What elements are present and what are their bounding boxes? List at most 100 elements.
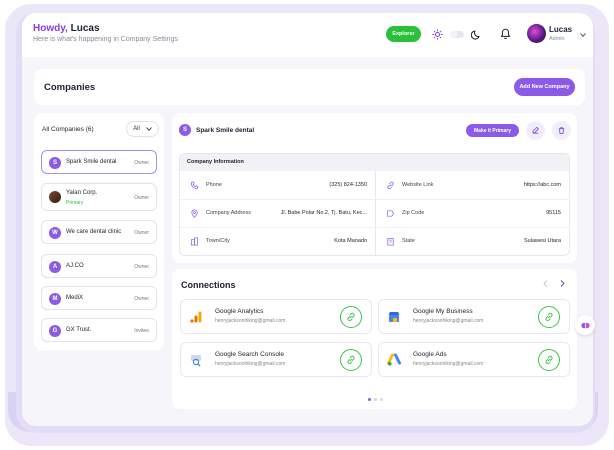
info-value: (325) 824-1350 <box>329 182 367 188</box>
companies-header: Companies Add New Company <box>34 69 585 105</box>
connect-link-button[interactable] <box>538 349 560 371</box>
connect-link-button[interactable] <box>340 349 362 371</box>
company-name: Spark Smile dental <box>66 159 117 165</box>
avatar[interactable] <box>527 24 546 43</box>
company-information-table: Company Information Phone (325) 824-1350… <box>179 153 570 256</box>
company-item-yalan-corp[interactable]: Yalan Corp. Primary Owner <box>41 183 157 211</box>
location-pin-icon <box>189 208 199 218</box>
connect-link-button[interactable] <box>340 306 362 328</box>
company-role: Owner <box>134 230 149 236</box>
carousel-pagination <box>368 398 383 401</box>
connection-email: henryjacksonhiking@gmail.com <box>215 318 286 324</box>
top-header: Howdy, Lucas Here is what's happening in… <box>22 13 593 57</box>
company-item-spark-smile-dental[interactable]: S Spark Smile dental Owner <box>41 150 157 174</box>
company-information-title: Company Information <box>187 159 244 165</box>
zip-code-icon <box>385 208 395 218</box>
bell-icon[interactable] <box>500 28 511 40</box>
info-value: Kota Manado <box>334 238 367 244</box>
link-icon <box>545 312 553 322</box>
link-icon <box>347 355 355 365</box>
info-row-phone: Phone (325) 824-1350 <box>180 171 375 199</box>
company-initial-badge: S <box>179 124 191 136</box>
connection-card-google-ads: Google Ads henryjacksonhiking@gmail.com <box>378 342 570 377</box>
pagination-dot[interactable] <box>380 398 383 401</box>
primary-label: Primary <box>66 200 84 206</box>
company-logo-image <box>49 191 61 203</box>
phone-icon <box>189 180 199 190</box>
company-filter-select[interactable]: All <box>126 121 159 137</box>
info-label: Company Address <box>206 210 251 216</box>
company-initial-badge: G <box>49 325 61 337</box>
building-icon <box>385 236 395 246</box>
info-value: https://abc.com <box>523 182 561 188</box>
company-initial-badge: A <box>49 261 61 273</box>
greeting-subtitle: Here is what's happening in Company Sett… <box>33 36 178 43</box>
app-window: Howdy, Lucas Here is what's happening in… <box>22 13 593 426</box>
floating-brain-button[interactable] <box>575 315 595 335</box>
connection-name: Google Search Console <box>215 351 285 358</box>
greeting-name: Lucas <box>70 23 100 34</box>
connect-link-button[interactable] <box>538 306 560 328</box>
greeting-prefix: Howdy, <box>33 23 68 34</box>
company-filter-value: All <box>133 126 140 132</box>
chevron-right-icon[interactable] <box>560 280 565 289</box>
page-title: Companies <box>44 82 96 93</box>
company-item-aj-co[interactable]: A AJ.CO Owner <box>41 254 157 278</box>
chevron-down-icon[interactable] <box>580 33 586 39</box>
user-name[interactable]: Lucas <box>549 25 572 34</box>
company-initial-badge: W <box>49 227 61 239</box>
info-row-state: State Sulawesi Utara <box>376 227 569 255</box>
info-label: State <box>402 238 415 244</box>
connection-name: Google Analytics <box>215 308 264 315</box>
connection-email: henryjacksonhiking@gmail.com <box>413 318 484 324</box>
company-name: Yalan Corp. <box>66 190 98 196</box>
theme-switch[interactable] <box>450 30 464 38</box>
company-name: MediX <box>66 295 84 301</box>
moon-icon[interactable] <box>471 29 482 40</box>
make-primary-button[interactable]: Make it Primary <box>466 124 519 137</box>
company-item-gx-trust[interactable]: G GX Trust. Invitee <box>41 318 157 342</box>
connection-name: Google My Business <box>413 308 473 315</box>
company-detail-panel: S Spark Smile dental Make it Primary Com… <box>172 113 577 263</box>
company-item-medix[interactable]: M MediX Owner <box>41 286 157 310</box>
delete-button[interactable] <box>552 121 571 140</box>
link-icon <box>545 355 553 365</box>
explorer-button[interactable]: Explorer <box>386 26 421 42</box>
edit-button[interactable] <box>526 121 545 140</box>
pagination-dot[interactable] <box>374 398 377 401</box>
edit-icon <box>532 126 539 134</box>
pagination-dot[interactable] <box>368 398 371 401</box>
company-item-we-care-dental-clinic[interactable]: W We care dental clinic Owner <box>41 220 157 244</box>
chevron-down-icon <box>145 127 152 131</box>
connection-card-google-my-business: Google My Business henryjacksonhiking@gm… <box>378 299 570 334</box>
info-label: Website Link <box>402 182 434 188</box>
chevron-left-icon[interactable] <box>543 280 548 289</box>
company-role: Owner <box>134 195 149 201</box>
theme-toggle[interactable] <box>432 26 482 42</box>
add-company-button[interactable]: Add New Company <box>514 78 575 96</box>
company-role: Invitee <box>134 328 149 334</box>
company-name: AJ.CO <box>66 263 84 269</box>
info-value: Jl. Babe Polar No.2, Tj. Batu, Kec... <box>280 210 367 216</box>
greeting: Howdy, Lucas <box>33 23 100 34</box>
info-label: Town/City <box>206 238 230 244</box>
company-role: Owner <box>134 264 149 270</box>
google-my-business-icon <box>386 309 402 325</box>
info-row-company-address: Company Address Jl. Babe Polar No.2, Tj.… <box>180 199 375 227</box>
google-ads-icon <box>386 352 402 368</box>
info-row-town-city: Town/City Kota Manado <box>180 227 375 255</box>
company-initial-badge: M <box>49 293 61 305</box>
link-icon <box>385 180 395 190</box>
google-search-console-icon <box>188 352 204 368</box>
company-name: We care dental clinic <box>66 229 122 235</box>
connection-name: Google Ads <box>413 351 447 358</box>
google-analytics-icon <box>188 309 204 325</box>
sun-icon[interactable] <box>432 28 443 40</box>
info-label: Zip Code <box>402 210 425 216</box>
link-icon <box>347 312 355 322</box>
connection-card-google-search-console: Google Search Console henryjacksonhiking… <box>180 342 372 377</box>
info-row-website-link: Website Link https://abc.com <box>376 171 569 199</box>
info-row-zip-code: Zip Code 95115 <box>376 199 569 227</box>
company-list-panel: All Companies (6) All S Spark Smile dent… <box>34 113 164 350</box>
theme-switch-knob <box>450 30 457 38</box>
